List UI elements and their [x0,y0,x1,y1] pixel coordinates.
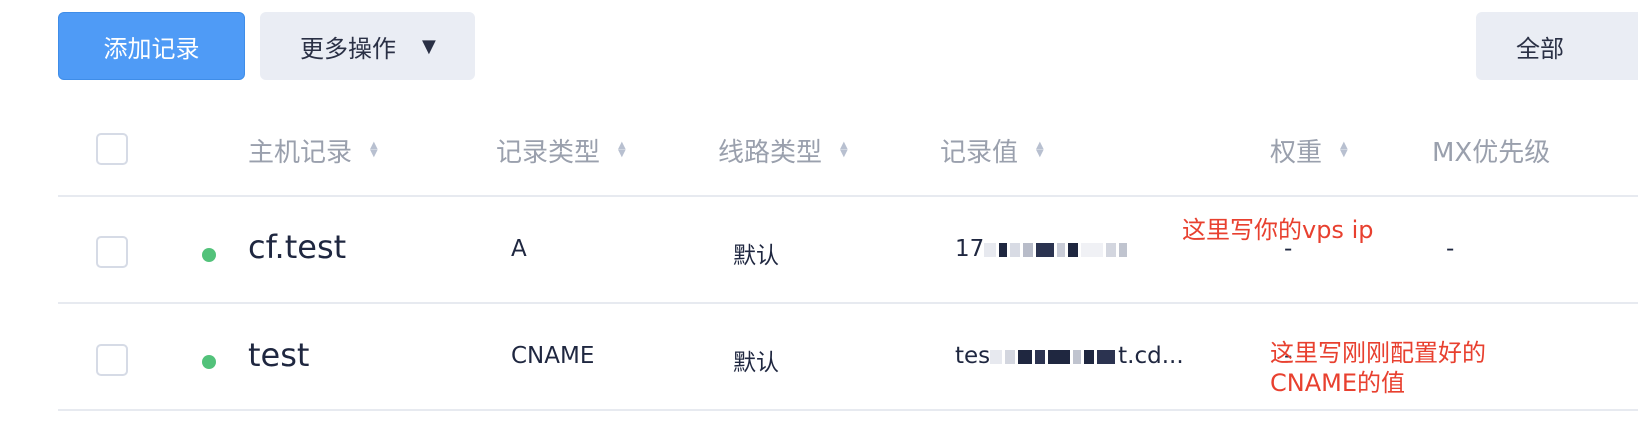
row-checkbox[interactable] [96,344,128,376]
column-header-value[interactable]: 记录值 ▲ ▼ [940,132,1044,168]
column-header-value-label: 记录值 [940,137,1019,168]
redaction-mosaic [990,343,1118,369]
caret-down-icon: ▼ [422,35,436,57]
sort-icon[interactable]: ▲ ▼ [618,141,626,159]
value-prefix: 17 [955,236,985,262]
select-all-checkbox[interactable] [96,133,128,165]
column-header-mx: MX优先级 [1432,132,1550,168]
column-header-line[interactable]: 线路类型 ▲ ▼ [718,132,848,168]
column-header-host-label: 主机记录 [248,137,353,168]
annotation-cname-line2: CNAME的值 [1270,369,1405,397]
line-cell: 默认 [733,350,779,376]
column-header-mx-label: MX优先级 [1432,137,1551,168]
sort-icon[interactable]: ▲ ▼ [840,141,848,159]
column-header-weight[interactable]: 权重 ▲ ▼ [1270,132,1348,168]
row-checkbox[interactable] [96,236,128,268]
line-cell: 默认 [733,243,779,269]
more-actions-label: 更多操作 [300,34,396,63]
host-cell[interactable]: test [248,336,309,374]
add-record-label: 添加记录 [103,34,200,63]
mx-cell: - [1446,236,1455,262]
annotation-cname-line1: 这里写刚刚配置好的 [1270,339,1486,367]
header-divider [58,195,1638,197]
column-header-type-label: 记录类型 [496,137,601,168]
status-dot-icon [202,355,216,369]
column-header-type[interactable]: 记录类型 ▲ ▼ [496,132,626,168]
dns-records-page: 添加记录 更多操作 ▼ 全部 主机记录 ▲ ▼ 记录类型 ▲ ▼ 线路类型 ▲ ▼ 记… [0,0,1638,430]
type-cell: A [511,236,527,262]
column-header-weight-label: 权重 [1270,137,1323,168]
status-dot-icon [202,248,216,262]
sort-icon[interactable]: ▲ ▼ [1340,141,1348,159]
type-cell: CNAME [511,343,595,369]
value-cell: 17 [955,236,1130,262]
column-header-line-label: 线路类型 [718,137,823,168]
value-prefix: tes [955,343,991,369]
more-actions-dropdown[interactable]: 更多操作 ▼ [260,12,475,80]
annotation-vps-ip: 这里写你的vps ip [1182,216,1374,244]
all-filter-label: 全部 [1516,34,1564,63]
row-divider [58,302,1638,304]
value-cell: tes t.cd... [955,343,1184,369]
annotation-cname: 这里写刚刚配置好的 CNAME的值 [1270,338,1486,398]
add-record-button[interactable]: 添加记录 [58,12,245,80]
all-filter-dropdown[interactable]: 全部 [1476,12,1638,80]
value-suffix: t.cd... [1118,343,1184,369]
host-cell[interactable]: cf.test [248,228,346,266]
sort-icon[interactable]: ▲ ▼ [1036,141,1044,159]
redaction-mosaic [984,236,1130,262]
row-divider [58,409,1638,411]
sort-icon[interactable]: ▲ ▼ [370,141,378,159]
column-header-host[interactable]: 主机记录 ▲ ▼ [248,132,378,168]
